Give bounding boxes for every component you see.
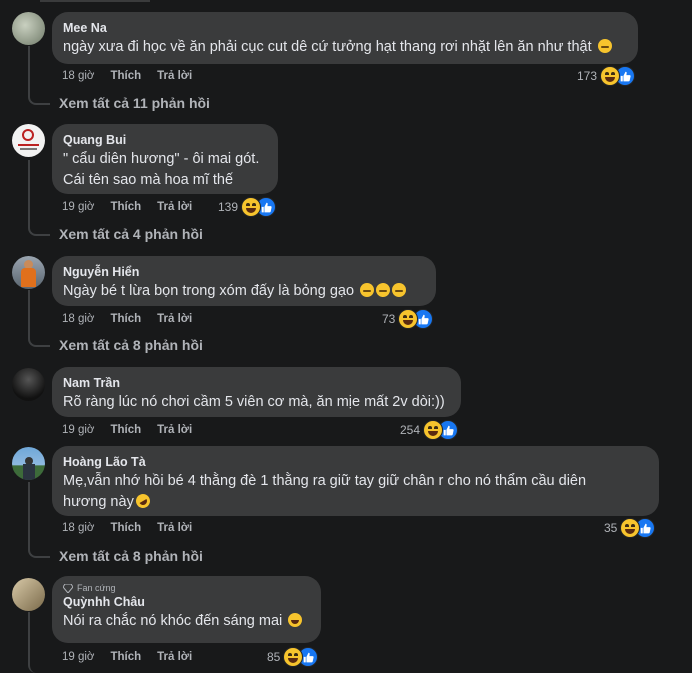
reaction-summary[interactable]: 73 bbox=[382, 309, 434, 329]
view-replies-link[interactable]: Xem tất cả 4 phản hồi bbox=[59, 226, 203, 242]
fan-badge[interactable]: Fan cứng bbox=[63, 582, 309, 594]
thread-connector bbox=[28, 160, 50, 236]
commenter-name[interactable]: Nguyễn Hiển bbox=[63, 264, 424, 281]
thread-connector bbox=[28, 482, 50, 558]
reaction-count: 139 bbox=[218, 200, 239, 214]
avatar[interactable] bbox=[12, 368, 45, 401]
comment-actions: 19 giờ Thích Trả lời bbox=[62, 651, 192, 663]
comment-time[interactable]: 19 giờ bbox=[62, 424, 94, 436]
comment-text: Rõ ràng lúc nó chơi cầm 5 viên cơ mà, ăn… bbox=[63, 394, 445, 410]
thread-connector-open bbox=[28, 612, 50, 673]
reply-button[interactable]: Trả lời bbox=[157, 522, 192, 534]
reaction-summary[interactable]: 254 bbox=[400, 420, 459, 440]
haha-reaction-icon bbox=[241, 197, 262, 217]
comment-text: Nói ra chắc nó khóc đến sáng mai bbox=[63, 611, 309, 632]
like-button[interactable]: Thích bbox=[110, 424, 141, 436]
reaction-summary[interactable]: 35 bbox=[604, 518, 656, 538]
reply-button[interactable]: Trả lời bbox=[157, 424, 192, 436]
thread-connector bbox=[28, 290, 50, 347]
comment-bubble: Mee Na ngày xưa đi học về ăn phải cục cu… bbox=[52, 12, 638, 64]
badge-label: Fan cứng bbox=[77, 583, 116, 593]
reaction-count: 85 bbox=[267, 650, 281, 664]
avatar[interactable] bbox=[12, 256, 45, 289]
like-button[interactable]: Thích bbox=[110, 522, 141, 534]
thread-line-top bbox=[40, 0, 150, 2]
commenter-name[interactable]: Mee Na bbox=[63, 20, 626, 37]
view-replies-link[interactable]: Xem tất cả 11 phản hồi bbox=[59, 95, 210, 111]
haha-reaction-icon bbox=[423, 420, 444, 440]
comment-time[interactable]: 19 giờ bbox=[62, 201, 94, 213]
like-button[interactable]: Thích bbox=[110, 70, 141, 82]
rofl-emoji-icon bbox=[133, 491, 153, 511]
commenter-name[interactable]: Hoàng Lão Tà bbox=[63, 454, 647, 471]
comment-actions: 18 giờ Thích Trả lời bbox=[62, 70, 192, 82]
diamond-badge-icon bbox=[63, 583, 73, 593]
commenter-name[interactable]: Quang Bui bbox=[63, 132, 266, 149]
comment-text-line-1: Mẹ,vẫn nhớ hồi bé 4 thằng đè 1 thằng ra … bbox=[63, 473, 587, 489]
laughing-emoji-icon bbox=[288, 613, 303, 627]
avatar[interactable] bbox=[12, 578, 45, 611]
comment-text: Ngày bé t lừa bọn trong xóm đấy là bỏng … bbox=[63, 281, 424, 302]
comment-actions: 18 giờ Thích Trả lời bbox=[62, 522, 192, 534]
like-button[interactable]: Thích bbox=[110, 201, 141, 213]
comment-time[interactable]: 18 giờ bbox=[62, 70, 94, 82]
comment-bubble: Quang Bui " cẩu diên hương" - ôi mai gót… bbox=[52, 124, 278, 194]
view-replies-link[interactable]: Xem tất cả 8 phản hồi bbox=[59, 337, 203, 353]
like-button[interactable]: Thích bbox=[110, 313, 141, 325]
relieved-emoji-icon bbox=[597, 39, 612, 53]
reply-button[interactable]: Trả lời bbox=[157, 201, 192, 213]
relieved-emoji-icon bbox=[360, 283, 375, 297]
comment-actions: 18 giờ Thích Trả lời bbox=[62, 313, 192, 325]
avatar[interactable] bbox=[12, 12, 45, 45]
comment-time[interactable]: 19 giờ bbox=[62, 651, 94, 663]
relieved-emoji-icon bbox=[376, 283, 391, 297]
comment-text-line-2: hương này bbox=[63, 491, 647, 513]
haha-reaction-icon bbox=[600, 66, 621, 86]
comment-time[interactable]: 18 giờ bbox=[62, 313, 94, 325]
avatar[interactable] bbox=[12, 447, 45, 480]
reply-button[interactable]: Trả lời bbox=[157, 651, 192, 663]
comment-actions: 19 giờ Thích Trả lời bbox=[62, 424, 192, 436]
commenter-name[interactable]: Quỳnhh Châu bbox=[63, 594, 309, 611]
like-button[interactable]: Thích bbox=[110, 651, 141, 663]
reaction-summary[interactable]: 173 bbox=[577, 66, 636, 86]
comment-bubble: Nguyễn Hiển Ngày bé t lừa bọn trong xóm … bbox=[52, 256, 436, 306]
reaction-count: 73 bbox=[382, 312, 396, 326]
comment-text: ngày xưa đi học về ăn phải cục cut dê cứ… bbox=[63, 37, 626, 58]
comment-bubble: Hoàng Lão Tà Mẹ,vẫn nhớ hồi bé 4 thằng đ… bbox=[52, 446, 659, 516]
comment-bubble: Fan cứng Quỳnhh Châu Nói ra chắc nó khóc… bbox=[52, 576, 321, 643]
reaction-summary[interactable]: 85 bbox=[267, 647, 319, 667]
reaction-count: 35 bbox=[604, 521, 618, 535]
comment-time[interactable]: 18 giờ bbox=[62, 522, 94, 534]
thread-connector bbox=[28, 46, 50, 105]
relieved-emoji-icon bbox=[392, 283, 407, 297]
avatar[interactable] bbox=[12, 124, 45, 157]
comment-bubble: Nam Trần Rõ ràng lúc nó chơi cầm 5 viên … bbox=[52, 367, 461, 417]
reply-button[interactable]: Trả lời bbox=[157, 70, 192, 82]
comment-actions: 19 giờ Thích Trả lời bbox=[62, 201, 192, 213]
view-replies-link[interactable]: Xem tất cả 8 phản hồi bbox=[59, 548, 203, 564]
reply-button[interactable]: Trả lời bbox=[157, 313, 192, 325]
reaction-count: 173 bbox=[577, 69, 598, 83]
comment-text-line-2: Cái tên sao mà hoa mĩ thế bbox=[63, 172, 234, 188]
comment-text-line-1: " cẩu diên hương" - ôi mai gót. bbox=[63, 151, 260, 167]
reaction-count: 254 bbox=[400, 423, 421, 437]
reaction-summary[interactable]: 139 bbox=[218, 197, 277, 217]
commenter-name[interactable]: Nam Trần bbox=[63, 375, 449, 392]
